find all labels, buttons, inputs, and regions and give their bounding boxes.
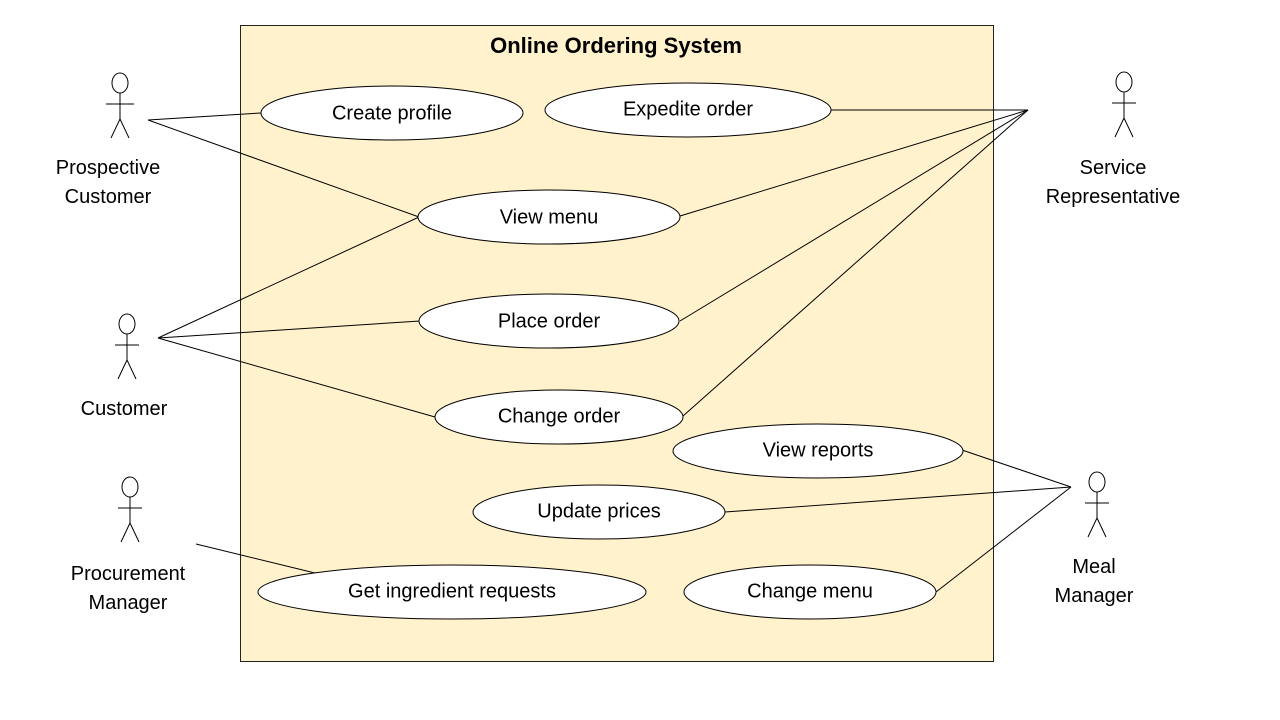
- use-case-view-reports[interactable]: View reports: [672, 423, 964, 479]
- use-case-label: Change menu: [747, 580, 873, 602]
- use-case-label: Expedite order: [623, 98, 753, 120]
- actor-label: Service: [1080, 157, 1147, 179]
- stick-figure-icon: [1112, 71, 1136, 138]
- stick-figure-icon: [106, 72, 134, 139]
- use-case-get-ingredient-requests[interactable]: Get ingredient requests: [257, 564, 647, 620]
- use-case-label: Get ingredient requests: [348, 580, 556, 602]
- use-case-update-prices[interactable]: Update prices: [472, 484, 726, 540]
- actor-label: Customer: [65, 186, 152, 208]
- use-case-diagram: Online Ordering System Create profile Ex…: [56, 25, 1181, 662]
- stick-figure-icon: [118, 476, 142, 543]
- use-case-label: View reports: [763, 439, 874, 461]
- actor-meal-manager[interactable]: Meal Manager: [1055, 471, 1134, 607]
- use-case-create-profile[interactable]: Create profile: [260, 85, 524, 141]
- actor-prospective-customer[interactable]: Prospective Customer: [56, 72, 161, 208]
- stick-figure-icon: [1085, 471, 1109, 538]
- use-case-label: Change order: [498, 405, 621, 427]
- actor-label: Manager: [1055, 585, 1134, 607]
- actor-label: Prospective: [56, 157, 161, 179]
- actor-label: Procurement: [71, 563, 186, 585]
- use-case-label: View menu: [500, 206, 599, 228]
- system-title: Online Ordering System: [490, 33, 742, 58]
- actor-label: Meal: [1072, 556, 1115, 578]
- actor-service-representative[interactable]: Service Representative: [1046, 71, 1181, 208]
- stick-figure-icon: [115, 313, 139, 380]
- actor-label: Customer: [81, 398, 168, 420]
- use-case-change-menu[interactable]: Change menu: [683, 564, 937, 620]
- use-case-label: Create profile: [332, 102, 452, 124]
- use-case-label: Update prices: [537, 500, 660, 522]
- use-case-change-order[interactable]: Change order: [434, 389, 684, 445]
- use-case-label: Place order: [498, 310, 601, 332]
- use-case-place-order[interactable]: Place order: [418, 293, 680, 349]
- actor-label: Manager: [89, 592, 168, 614]
- use-case-view-menu[interactable]: View menu: [417, 189, 681, 245]
- actor-procurement-manager[interactable]: Procurement Manager: [71, 476, 186, 614]
- actor-customer[interactable]: Customer: [81, 313, 168, 420]
- use-case-expedite-order[interactable]: Expedite order: [544, 82, 832, 138]
- actor-label: Representative: [1046, 186, 1181, 208]
